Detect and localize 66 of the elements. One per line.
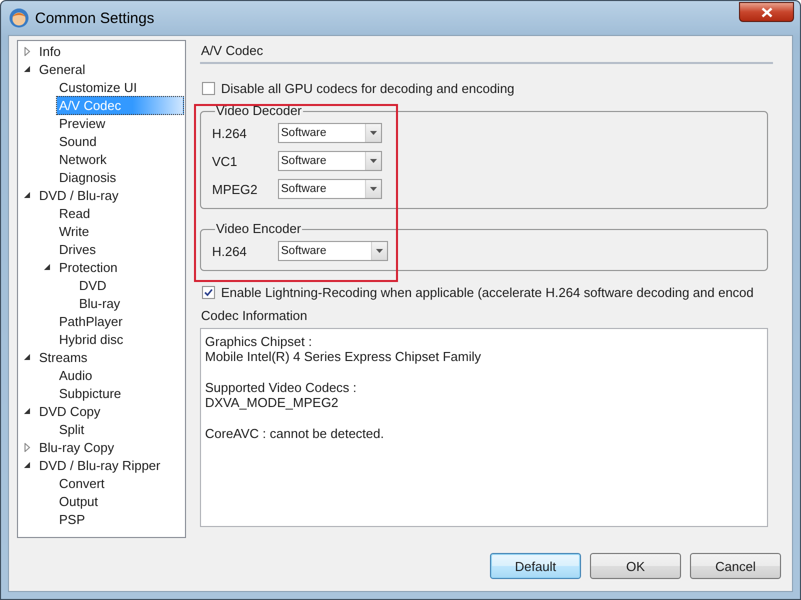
dialog-button[interactable]: Default <box>490 553 581 579</box>
checkbox[interactable] <box>202 286 215 299</box>
info-line: CoreAVC : cannot be detected. <box>205 426 385 441</box>
tree-item[interactable]: Audio <box>56 366 96 384</box>
dialog-button[interactable]: OK <box>590 553 681 579</box>
tree-item[interactable]: Write <box>56 222 92 240</box>
tree-item[interactable]: PSP <box>56 510 88 528</box>
info-line: Supported Video Codecs : <box>205 380 358 395</box>
cartoon-head-icon <box>9 8 29 28</box>
section-title: A/V Codec <box>200 40 773 64</box>
tree-item[interactable]: Split <box>56 420 88 438</box>
codec-label: VC1 <box>212 154 238 168</box>
tree-item[interactable]: DVD <box>76 276 110 294</box>
tree-item[interactable]: Diagnosis <box>56 168 120 186</box>
info-textbox[interactable]: Graphics Chipset : Mobile Intel(R) 4 Series Express Chipset Family Supported Video Codecs : DXVA_MODE_MPEG2 CoreAVC : cannot be detected. <box>200 328 768 527</box>
info-line: DXVA_MODE_MPEG2 <box>205 395 340 410</box>
tree-item[interactable]: Blu-ray <box>76 294 124 312</box>
tree-item[interactable]: Subpicture <box>56 384 124 402</box>
tree-item[interactable]: Network <box>56 150 110 168</box>
dropdown-arrow-icon <box>370 187 377 191</box>
tree-item[interactable]: Hybrid disc <box>56 330 126 348</box>
tree-item[interactable]: Sound <box>56 132 100 150</box>
dropdown-arrow-icon <box>376 249 383 253</box>
tree-item[interactable]: Output <box>56 492 102 510</box>
info-label: Codec Information <box>201 308 308 323</box>
tree-item[interactable]: Info <box>36 42 64 60</box>
close-icon <box>760 6 772 18</box>
info-line: Mobile Intel(R) 4 Series Express Chipset Family <box>205 349 482 364</box>
collapse-icon[interactable] <box>24 64 31 74</box>
close-button[interactable] <box>739 2 794 22</box>
checkbox-label: Disable all GPU codecs for decoding and encoding <box>221 81 514 96</box>
collapse-icon[interactable] <box>24 406 31 416</box>
collapse-icon[interactable] <box>24 460 31 470</box>
checkbox[interactable] <box>202 82 215 95</box>
dialog-button[interactable]: Cancel <box>690 553 781 579</box>
dropdown[interactable]: Software <box>278 179 382 199</box>
tree-item[interactable]: DVD Copy <box>36 402 104 420</box>
dropdown[interactable]: Software <box>278 123 382 143</box>
collapse-icon[interactable] <box>24 352 31 362</box>
group-title: Video Encoder <box>215 221 302 236</box>
tree-item[interactable]: Read <box>56 204 94 222</box>
dropdown-arrow-icon <box>370 159 377 163</box>
collapse-icon[interactable] <box>24 190 31 200</box>
dropdown[interactable]: Software <box>278 241 388 261</box>
expand-icon[interactable] <box>24 442 31 452</box>
info-line: Graphics Chipset : <box>205 334 313 349</box>
tree-item[interactable]: DVD / Blu-ray <box>36 186 122 204</box>
tree-item[interactable]: Blu-ray Copy <box>36 438 118 456</box>
tree-item[interactable]: Drives <box>56 240 99 258</box>
tree-item[interactable]: Convert <box>56 474 108 492</box>
tree-item[interactable]: General <box>36 60 88 78</box>
codec-label: H.264 <box>212 126 248 140</box>
codec-label: MPEG2 <box>212 182 259 196</box>
window-title: Common Settings <box>35 10 156 26</box>
tree-item[interactable]: PathPlayer <box>56 312 126 330</box>
tree-item[interactable]: DVD / Blu-ray Ripper <box>36 456 164 474</box>
tree-item[interactable]: Streams <box>36 348 90 366</box>
codec-label: H.264 <box>212 244 248 258</box>
tree-item[interactable]: Customize UI <box>56 78 140 96</box>
expand-icon[interactable] <box>24 46 31 56</box>
dropdown[interactable]: Software <box>278 151 382 171</box>
collapse-icon[interactable] <box>44 262 51 272</box>
checkbox-label: Enable Lightning-Recoding when applicable (accelerate H.264 software decoding and encod <box>221 285 754 300</box>
tree-item[interactable]: Protection <box>56 258 121 276</box>
tree-item[interactable]: Preview <box>56 114 108 132</box>
dropdown-arrow-icon <box>370 131 377 135</box>
